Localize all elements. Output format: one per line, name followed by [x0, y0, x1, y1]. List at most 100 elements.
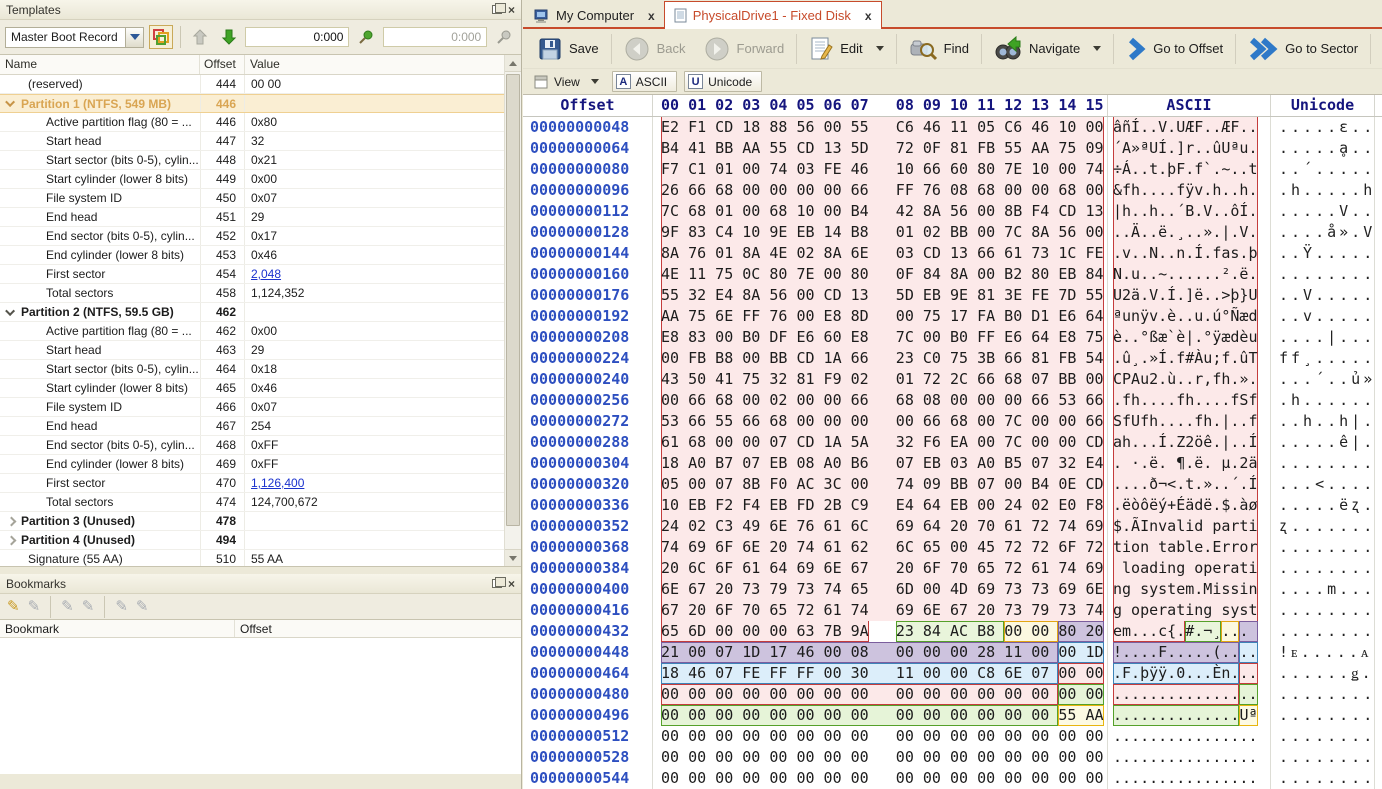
template-row-value-link[interactable]: 1,126,400 — [251, 476, 304, 490]
save-button[interactable]: Save — [529, 34, 608, 64]
hex-row-bytes[interactable]: 26 66 68 00 00 00 00 66 FF 76 08 68 00 0… — [653, 180, 1108, 201]
chevron-right-icon[interactable] — [7, 516, 17, 526]
close-panel-icon[interactable]: × — [508, 5, 515, 15]
chevron-down-icon[interactable] — [5, 97, 15, 107]
hex-row[interactable]: 0000000035224 02 C3 49 6E 76 61 6C 69 64… — [523, 516, 1382, 537]
hex-row-bytes[interactable]: 65 6D 00 00 00 63 7B 9A 23 84 AC B8 00 0… — [653, 621, 1108, 642]
template-row[interactable]: Start head46329 — [0, 341, 504, 360]
close-panel-icon[interactable]: × — [508, 579, 515, 589]
hex-row-bytes[interactable]: B4 41 BB AA 55 CD 13 5D 72 0F 81 FB 55 A… — [653, 138, 1108, 159]
column-header-value[interactable]: Value — [245, 55, 521, 74]
toggle-ascii-button[interactable]: A ASCII — [612, 71, 677, 92]
template-row[interactable]: Total sectors474124,700,672 — [0, 493, 504, 512]
template-select[interactable]: Master Boot Record — [5, 27, 144, 48]
hex-row-bytes[interactable]: 9F 83 C4 10 9E EB 14 B8 01 02 BB 00 7C 8… — [653, 222, 1108, 243]
hex-row-bytes[interactable]: 24 02 C3 49 6E 76 61 6C 69 64 20 70 61 7… — [653, 516, 1108, 537]
hex-row[interactable]: 0000000049600 00 00 00 00 00 00 00 00 00… — [523, 705, 1382, 726]
template-row[interactable]: Start sector (bits 0-5), cylin...4640x18 — [0, 360, 504, 379]
hex-row-bytes[interactable]: 00 00 00 00 00 00 00 00 00 00 00 00 00 0… — [653, 684, 1108, 705]
pin-offset-button[interactable] — [354, 25, 378, 49]
panel-splitter[interactable] — [0, 567, 521, 574]
template-table-header[interactable]: Name Offset Value — [0, 55, 521, 75]
template-row[interactable]: Start cylinder (lower 8 bits)4490x00 — [0, 170, 504, 189]
template-offset-input-secondary[interactable] — [383, 27, 487, 47]
template-row[interactable]: End head45129 — [0, 208, 504, 227]
template-row[interactable]: Active partition flag (80 = ...4620x00 — [0, 322, 504, 341]
hex-row-bytes[interactable]: 61 68 00 00 07 CD 1A 5A 32 F6 EA 00 7C 0… — [653, 432, 1108, 453]
hex-row[interactable]: 0000000043265 6D 00 00 00 63 7B 9A 23 84… — [523, 621, 1382, 642]
hex-row[interactable]: 0000000009626 66 68 00 00 00 00 66 FF 76… — [523, 180, 1382, 201]
hex-row[interactable]: 0000000044821 00 07 1D 17 46 00 08 00 00… — [523, 642, 1382, 663]
previous-field-button[interactable] — [188, 25, 212, 49]
scrollbar-thumb[interactable] — [506, 74, 520, 526]
float-panel-icon[interactable] — [492, 5, 502, 14]
template-row[interactable]: End cylinder (lower 8 bits)4530x46 — [0, 246, 504, 265]
hex-row-bytes[interactable]: 67 20 6F 70 65 72 61 74 69 6E 67 20 73 7… — [653, 600, 1108, 621]
hex-row[interactable]: 0000000032005 00 07 8B F0 AC 3C 00 74 09… — [523, 474, 1382, 495]
edit-button[interactable]: Edit — [800, 33, 892, 65]
hex-row-bytes[interactable]: F7 C1 01 00 74 03 FE 46 10 66 60 80 7E 1… — [653, 159, 1108, 180]
hex-row[interactable]: 000000001127C 68 01 00 68 10 00 B4 42 8A… — [523, 201, 1382, 222]
hex-row-bytes[interactable]: AA 75 6E FF 76 00 E8 8D 00 75 17 FA B0 D… — [653, 306, 1108, 327]
template-row[interactable]: Start sector (bits 0-5), cylin...4480x21 — [0, 151, 504, 170]
hex-row[interactable]: 00000000048E2 F1 CD 18 88 56 00 55 C6 46… — [523, 117, 1382, 138]
hex-row[interactable]: 000000004006E 67 20 73 79 73 74 65 6D 00… — [523, 579, 1382, 600]
chevron-down-icon[interactable] — [876, 46, 884, 51]
hex-row-bytes[interactable]: E8 83 00 B0 DF E6 60 E8 7C 00 B0 FF E6 6… — [653, 327, 1108, 348]
template-offset-input[interactable] — [245, 27, 349, 47]
tab-physicaldrive1[interactable]: PhysicalDrive1 - Fixed Disk x — [664, 1, 882, 29]
edit-bookmark-icon[interactable]: ✎ — [28, 599, 41, 614]
template-row[interactable]: (reserved)44400 00 — [0, 75, 504, 94]
template-row[interactable]: End cylinder (lower 8 bits)4690xFF — [0, 455, 504, 474]
template-row[interactable]: First sector4542,048 — [0, 265, 504, 284]
hex-row-bytes[interactable]: 4E 11 75 0C 80 7E 00 80 0F 84 8A 00 B2 8… — [653, 264, 1108, 285]
hex-row-bytes[interactable]: 74 69 6F 6E 20 74 61 62 6C 65 00 45 72 7… — [653, 537, 1108, 558]
template-row-value-link[interactable]: 2,048 — [251, 267, 281, 281]
template-row[interactable]: End head467254 — [0, 417, 504, 436]
hex-row-bytes[interactable]: 43 50 41 75 32 81 F9 02 01 72 2C 66 68 0… — [653, 369, 1108, 390]
template-row[interactable]: End sector (bits 0-5), cylin...4680xFF — [0, 436, 504, 455]
template-row[interactable]: First sector4701,126,400 — [0, 474, 504, 493]
hex-row[interactable]: 0000000046418 46 07 FE FF FF 00 30 11 00… — [523, 663, 1382, 684]
hex-row-bytes[interactable]: 05 00 07 8B F0 AC 3C 00 74 09 BB 07 00 B… — [653, 474, 1108, 495]
hex-row[interactable]: 00000000192AA 75 6E FF 76 00 E8 8D 00 75… — [523, 306, 1382, 327]
hex-row-bytes[interactable]: 10 EB F2 F4 EB FD 2B C9 E4 64 EB 00 24 0… — [653, 495, 1108, 516]
column-header-bookmark-offset[interactable]: Offset — [235, 620, 521, 637]
forward-button[interactable]: Forward — [695, 33, 794, 65]
hex-row-bytes[interactable]: 6E 67 20 73 79 73 74 65 6D 00 4D 69 73 7… — [653, 579, 1108, 600]
hex-row[interactable]: 0000000024043 50 41 75 32 81 F9 02 01 72… — [523, 369, 1382, 390]
hex-row[interactable]: 0000000030418 A0 B7 07 EB 08 A0 B6 07 EB… — [523, 453, 1382, 474]
delete-all-bookmarks-icon[interactable]: ✎ — [136, 599, 149, 614]
template-row[interactable]: Active partition flag (80 = ...4460x80 — [0, 113, 504, 132]
hex-row-bytes[interactable]: 18 A0 B7 07 EB 08 A0 B6 07 EB 03 A0 B5 0… — [653, 453, 1108, 474]
close-tab-icon[interactable]: x — [865, 9, 872, 23]
chevron-down-icon[interactable] — [5, 306, 15, 316]
template-row[interactable]: Signature (55 AA)51055 AA — [0, 550, 504, 567]
hex-row-bytes[interactable]: 7C 68 01 00 68 10 00 B4 42 8A 56 00 8B F… — [653, 201, 1108, 222]
hex-row[interactable]: 0000000025600 66 68 00 02 00 00 66 68 08… — [523, 390, 1382, 411]
hex-row-bytes[interactable]: 00 66 68 00 02 00 00 66 68 08 00 00 00 6… — [653, 390, 1108, 411]
next-bookmark-icon[interactable]: ✎ — [82, 599, 95, 614]
hex-row-bytes[interactable]: 00 00 00 00 00 00 00 00 00 00 00 00 00 0… — [653, 768, 1108, 789]
hex-row[interactable]: 0000000028861 68 00 00 07 CD 1A 5A 32 F6… — [523, 432, 1382, 453]
delete-bookmark-icon[interactable]: ✎ — [115, 599, 128, 614]
hex-row-bytes[interactable]: 55 32 E4 8A 56 00 CD 13 5D EB 9E 81 3E F… — [653, 285, 1108, 306]
goto-sector-button[interactable]: Go to Sector — [1239, 34, 1367, 64]
template-row[interactable]: File system ID4500x07 — [0, 189, 504, 208]
hex-row[interactable]: 0000000041667 20 6F 70 65 72 61 74 69 6E… — [523, 600, 1382, 621]
hex-row[interactable]: 000000001448A 76 01 8A 4E 02 8A 6E 03 CD… — [523, 243, 1382, 264]
hex-row[interactable]: 00000000080F7 C1 01 00 74 03 FE 46 10 66… — [523, 159, 1382, 180]
template-select-dropdown-button[interactable] — [125, 28, 143, 47]
hex-row[interactable]: 0000000038420 6C 6F 61 64 69 6E 67 20 6F… — [523, 558, 1382, 579]
column-header-offset[interactable]: Offset — [200, 55, 245, 74]
template-row[interactable]: Partition 3 (Unused)478 — [0, 512, 504, 531]
back-button[interactable]: Back — [615, 33, 695, 65]
column-header-bookmark[interactable]: Bookmark — [0, 620, 235, 637]
template-row[interactable]: File system ID4660x07 — [0, 398, 504, 417]
next-field-button[interactable] — [217, 25, 241, 49]
hex-row[interactable]: 000000001604E 11 75 0C 80 7E 00 80 0F 84… — [523, 264, 1382, 285]
hex-row[interactable]: 000000001289F 83 C4 10 9E EB 14 B8 01 02… — [523, 222, 1382, 243]
scroll-up-icon[interactable] — [505, 55, 521, 72]
chevron-down-icon[interactable] — [1093, 46, 1101, 51]
pin-secondary-button[interactable] — [492, 25, 516, 49]
